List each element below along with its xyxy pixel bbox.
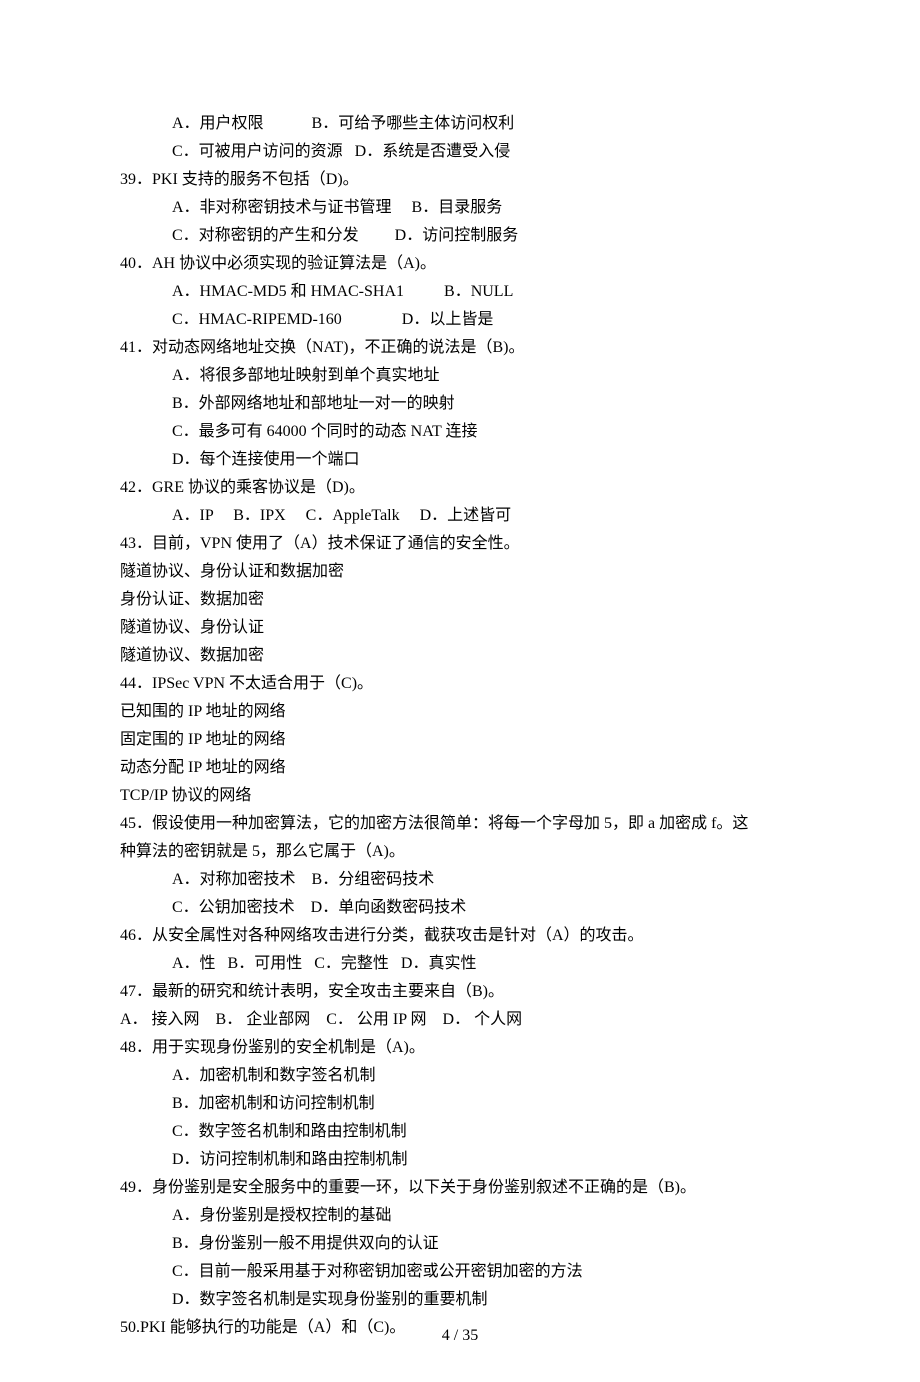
text-line: C．HMAC-RIPEMD-160 D．以上皆是 bbox=[120, 306, 800, 334]
text-line: C．公钥加密技术 D．单向函数密码技术 bbox=[120, 894, 800, 922]
text-line: B．身份鉴别一般不用提供双向的认证 bbox=[120, 1230, 800, 1258]
text-line: 种算法的密钥就是 5，那么它属于（A)。 bbox=[120, 838, 800, 866]
text-line: 39．PKI 支持的服务不包括（D)。 bbox=[120, 166, 800, 194]
text-line: 43．目前，VPN 使用了（A）技术保证了通信的安全性。 bbox=[120, 530, 800, 558]
text-line: 已知围的 IP 地址的网络 bbox=[120, 698, 800, 726]
text-line: A．用户权限 B．可给予哪些主体访问权利 bbox=[120, 110, 800, 138]
text-line: C．目前一般采用基于对称密钥加密或公开密钥加密的方法 bbox=[120, 1258, 800, 1286]
text-line: C．可被用户访问的资源 D．系统是否遭受入侵 bbox=[120, 138, 800, 166]
document-body: A．用户权限 B．可给予哪些主体访问权利C．可被用户访问的资源 D．系统是否遭受… bbox=[120, 110, 800, 1342]
text-line: 固定围的 IP 地址的网络 bbox=[120, 726, 800, 754]
text-line: A．将很多部地址映射到单个真实地址 bbox=[120, 362, 800, 390]
text-line: A．加密机制和数字签名机制 bbox=[120, 1062, 800, 1090]
text-line: A．性 B．可用性 C．完整性 D．真实性 bbox=[120, 950, 800, 978]
text-line: 隧道协议、数据加密 bbox=[120, 642, 800, 670]
text-line: 隧道协议、身份认证和数据加密 bbox=[120, 558, 800, 586]
text-line: D．访问控制机制和路由控制机制 bbox=[120, 1146, 800, 1174]
text-line: B．加密机制和访问控制机制 bbox=[120, 1090, 800, 1118]
text-line: A．身份鉴别是授权控制的基础 bbox=[120, 1202, 800, 1230]
text-line: 40．AH 协议中必须实现的验证算法是（A)。 bbox=[120, 250, 800, 278]
text-line: 41．对动态网络地址交换（NAT)，不正确的说法是（B)。 bbox=[120, 334, 800, 362]
text-line: A．IP B．IPX C．AppleTalk D．上述皆可 bbox=[120, 502, 800, 530]
text-line: D．数字签名机制是实现身份鉴别的重要机制 bbox=[120, 1286, 800, 1314]
text-line: B．外部网络地址和部地址一对一的映射 bbox=[120, 390, 800, 418]
text-line: A．HMAC-MD5 和 HMAC-SHA1 B．NULL bbox=[120, 278, 800, 306]
text-line: C．最多可有 64000 个同时的动态 NAT 连接 bbox=[120, 418, 800, 446]
text-line: 45．假设使用一种加密算法，它的加密方法很简单：将每一个字母加 5，即 a 加密… bbox=[120, 810, 800, 838]
text-line: 46．从安全属性对各种网络攻击进行分类，截获攻击是针对（A）的攻击。 bbox=[120, 922, 800, 950]
text-line: C．对称密钥的产生和分发 D．访问控制服务 bbox=[120, 222, 800, 250]
text-line: D．每个连接使用一个端口 bbox=[120, 446, 800, 474]
text-line: 44．IPSec VPN 不太适合用于（C)。 bbox=[120, 670, 800, 698]
text-line: 身份认证、数据加密 bbox=[120, 586, 800, 614]
text-line: 47．最新的研究和统计表明，安全攻击主要来自（B)。 bbox=[120, 978, 800, 1006]
text-line: 隧道协议、身份认证 bbox=[120, 614, 800, 642]
text-line: A．对称加密技术 B．分组密码技术 bbox=[120, 866, 800, 894]
text-line: A．非对称密钥技术与证书管理 B．目录服务 bbox=[120, 194, 800, 222]
text-line: 42．GRE 协议的乘客协议是（D)。 bbox=[120, 474, 800, 502]
text-line: 49．身份鉴别是安全服务中的重要一环，以下关于身份鉴别叙述不正确的是（B)。 bbox=[120, 1174, 800, 1202]
text-line: C．数字签名机制和路由控制机制 bbox=[120, 1118, 800, 1146]
document-page: A．用户权限 B．可给予哪些主体访问权利C．可被用户访问的资源 D．系统是否遭受… bbox=[0, 0, 920, 1382]
page-number: 4 / 35 bbox=[0, 1322, 920, 1350]
text-line: 48．用于实现身份鉴别的安全机制是（A)。 bbox=[120, 1034, 800, 1062]
text-line: 动态分配 IP 地址的网络 bbox=[120, 754, 800, 782]
text-line: TCP/IP 协议的网络 bbox=[120, 782, 800, 810]
text-line: A． 接入网 B． 企业部网 C． 公用 IP 网 D． 个人网 bbox=[120, 1006, 800, 1034]
